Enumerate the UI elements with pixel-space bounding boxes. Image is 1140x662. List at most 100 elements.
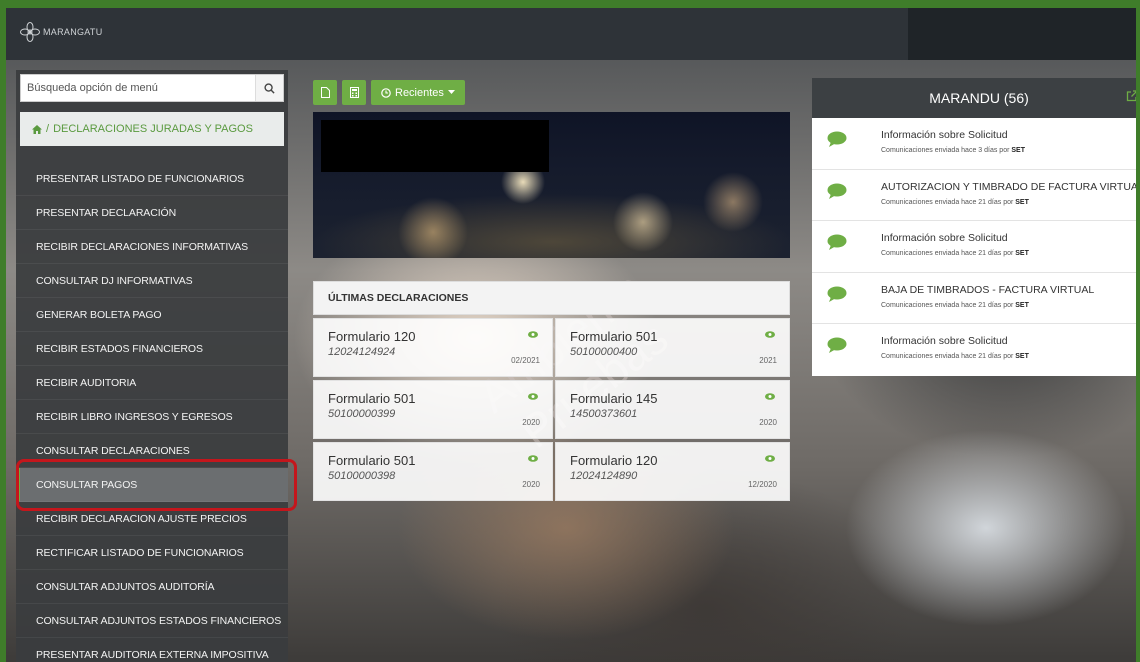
declaration-number: 14500373601 <box>570 408 638 420</box>
message-item[interactable]: Información sobre Solicitud Comunicacion… <box>812 221 1136 273</box>
declaration-card[interactable]: Formulario 501 50100000400 2021 <box>555 318 790 377</box>
sidebar-item-presentar-auditoria-externa-impositiva[interactable]: PRESENTAR AUDITORIA EXTERNA IMPOSITIVA <box>16 638 288 662</box>
sidebar-item-presentar-listado-funcionarios[interactable]: PRESENTAR LISTADO DE FUNCIONARIOS <box>16 162 288 196</box>
sidebar-item-recibir-declaraciones-informativas[interactable]: RECIBIR DECLARACIONES INFORMATIVAS <box>16 230 288 264</box>
top-navbar: MARANGATU <box>6 8 1136 60</box>
declaration-period: 02/2021 <box>511 356 540 365</box>
city-banner-image <box>313 112 790 258</box>
declaration-card[interactable]: Formulario 501 50100000398 2020 <box>313 442 553 501</box>
sidebar-item-consultar-pagos[interactable]: CONSULTAR PAGOS <box>16 468 288 502</box>
message-meta: Comunicaciones enviada hace 21 días por … <box>881 301 1136 309</box>
message-sender: SET <box>1015 301 1029 309</box>
eye-icon[interactable] <box>528 455 538 462</box>
message-sender: SET <box>1015 198 1029 206</box>
sidebar-item-recibir-declaracion-ajuste-precios[interactable]: RECIBIR DECLARACION AJUSTE PRECIOS <box>16 502 288 536</box>
search-icon <box>264 82 275 94</box>
declaration-number: 50100000398 <box>328 470 396 482</box>
declaration-card[interactable]: Formulario 501 50100000399 2020 <box>313 380 553 439</box>
navbar-user-area <box>908 8 1136 60</box>
sidebar-menu: PRESENTAR LISTADO DE FUNCIONARIOS PRESEN… <box>16 162 288 662</box>
message-sender: SET <box>1015 250 1029 257</box>
chat-bubble-icon <box>827 234 847 250</box>
new-document-button[interactable] <box>313 80 337 105</box>
eye-icon[interactable] <box>528 331 538 338</box>
message-item[interactable]: Información sobre Solicitud Comunicacion… <box>812 118 1136 170</box>
message-meta-text: Comunicaciones enviada hace 21 días por <box>881 301 1014 309</box>
message-item[interactable]: BAJA DE TIMBRADOS - FACTURA VIRTUAL Comu… <box>812 273 1136 324</box>
home-icon <box>32 124 42 134</box>
eye-icon[interactable] <box>765 331 775 338</box>
declaration-form: Formulario 501 <box>328 391 416 406</box>
declaration-card[interactable]: Formulario 120 12024124890 12/2020 <box>555 442 790 501</box>
breadcrumb-separator: / <box>46 123 50 135</box>
sidebar-item-recibir-auditoria[interactable]: RECIBIR AUDITORIA <box>16 366 288 400</box>
declaration-form: Formulario 120 <box>570 453 658 468</box>
recent-dropdown-button[interactable]: Recientes <box>371 80 465 105</box>
menu-search <box>20 74 284 102</box>
declaration-form: Formulario 120 <box>328 329 416 344</box>
message-meta-text: Comunicaciones enviada hace 3 días por <box>881 147 1010 154</box>
brand-logo[interactable]: MARANGATU <box>20 22 103 42</box>
declaration-card[interactable]: Formulario 145 14500373601 2020 <box>555 380 790 439</box>
message-meta-text: Comunicaciones enviada hace 21 días por <box>881 198 1014 206</box>
caret-down-icon <box>447 90 455 94</box>
menu-search-input[interactable] <box>21 75 255 101</box>
marandu-title[interactable]: MARANDU (56) <box>929 90 1029 106</box>
message-meta-text: Comunicaciones enviada hace 21 días por <box>881 250 1014 257</box>
sidebar-item-recibir-estados-financieros[interactable]: RECIBIR ESTADOS FINANCIEROS <box>16 332 288 366</box>
declaration-period: 2020 <box>522 418 540 427</box>
declaration-period: 2021 <box>759 356 777 365</box>
chat-bubble-icon <box>827 183 847 199</box>
declarations-grid: Formulario 120 12024124924 02/2021 Formu… <box>313 318 790 501</box>
declaration-form: Formulario 145 <box>570 391 658 406</box>
redacted-area <box>321 120 549 172</box>
message-item[interactable]: Información sobre Solicitud Comunicacion… <box>812 324 1136 376</box>
search-button[interactable] <box>255 75 283 101</box>
message-meta: Comunicaciones enviada hace 21 días por … <box>881 353 1136 360</box>
app-frame: MARANGATU / DECLARACIONES JURADAS Y PAGO… <box>0 0 1140 662</box>
message-title: Información sobre Solicitud <box>881 232 1008 244</box>
declarations-title: ÚLTIMAS DECLARACIONES <box>328 292 469 304</box>
external-link-icon[interactable] <box>1126 90 1138 102</box>
chat-bubble-icon <box>827 337 847 353</box>
message-title: BAJA DE TIMBRADOS - FACTURA VIRTUAL <box>881 283 1095 296</box>
message-sender: SET <box>1011 147 1025 154</box>
declaration-card[interactable]: Formulario 120 12024124924 02/2021 <box>313 318 553 377</box>
marandu-header: MARANDU (56) <box>812 78 1138 118</box>
declaration-period: 2020 <box>759 418 777 427</box>
sidebar-item-recibir-libro-ingresos-egresos[interactable]: RECIBIR LIBRO INGRESOS Y EGRESOS <box>16 400 288 434</box>
breadcrumb[interactable]: / DECLARACIONES JURADAS Y PAGOS <box>20 112 284 146</box>
declarations-panel-header: ÚLTIMAS DECLARACIONES <box>313 281 790 315</box>
declaration-number: 50100000400 <box>570 346 638 358</box>
file-icon <box>320 87 330 98</box>
toolbar: Recientes <box>313 80 465 105</box>
marandu-panel: MARANDU (56) Información sobre Solicitud… <box>812 78 1138 376</box>
sidebar-item-consultar-declaraciones[interactable]: CONSULTAR DECLARACIONES <box>16 434 288 468</box>
eye-icon[interactable] <box>765 393 775 400</box>
eye-icon[interactable] <box>765 455 775 462</box>
sidebar-item-consultar-adjuntos-estados-financieros[interactable]: CONSULTAR ADJUNTOS ESTADOS FINANCIEROS <box>16 604 288 638</box>
sidebar-item-rectificar-listado-funcionarios[interactable]: RECTIFICAR LISTADO DE FUNCIONARIOS <box>16 536 288 570</box>
declaration-period: 2020 <box>522 480 540 489</box>
sidebar: / DECLARACIONES JURADAS Y PAGOS PRESENTA… <box>16 70 288 662</box>
sidebar-item-consultar-dj-informativas[interactable]: CONSULTAR DJ INFORMATIVAS <box>16 264 288 298</box>
message-item[interactable]: AUTORIZACION Y TIMBRADO DE FACTURA VIRTU… <box>812 170 1136 221</box>
sidebar-item-presentar-declaracion[interactable]: PRESENTAR DECLARACIÓN <box>16 196 288 230</box>
chat-bubble-icon <box>827 131 847 147</box>
clock-icon <box>381 87 391 98</box>
message-meta: Comunicaciones enviada hace 21 días por … <box>881 198 1136 206</box>
message-title: Información sobre Solicitud <box>881 129 1008 141</box>
chat-bubble-icon <box>827 286 847 302</box>
declaration-period: 12/2020 <box>748 480 777 489</box>
declaration-form: Formulario 501 <box>570 329 658 344</box>
sidebar-item-generar-boleta-pago[interactable]: GENERAR BOLETA PAGO <box>16 298 288 332</box>
eye-icon[interactable] <box>528 393 538 400</box>
calculator-button[interactable] <box>342 80 366 105</box>
message-meta: Comunicaciones enviada hace 21 días por … <box>881 250 1136 257</box>
message-meta-text: Comunicaciones enviada hace 21 días por <box>881 353 1014 360</box>
calculator-icon <box>349 87 359 98</box>
sidebar-item-consultar-adjuntos-auditoria[interactable]: CONSULTAR ADJUNTOS AUDITORÍA <box>16 570 288 604</box>
brand-name: MARANGATU <box>43 27 103 37</box>
message-meta: Comunicaciones enviada hace 3 días por S… <box>881 147 1136 154</box>
declaration-number: 50100000399 <box>328 408 396 420</box>
